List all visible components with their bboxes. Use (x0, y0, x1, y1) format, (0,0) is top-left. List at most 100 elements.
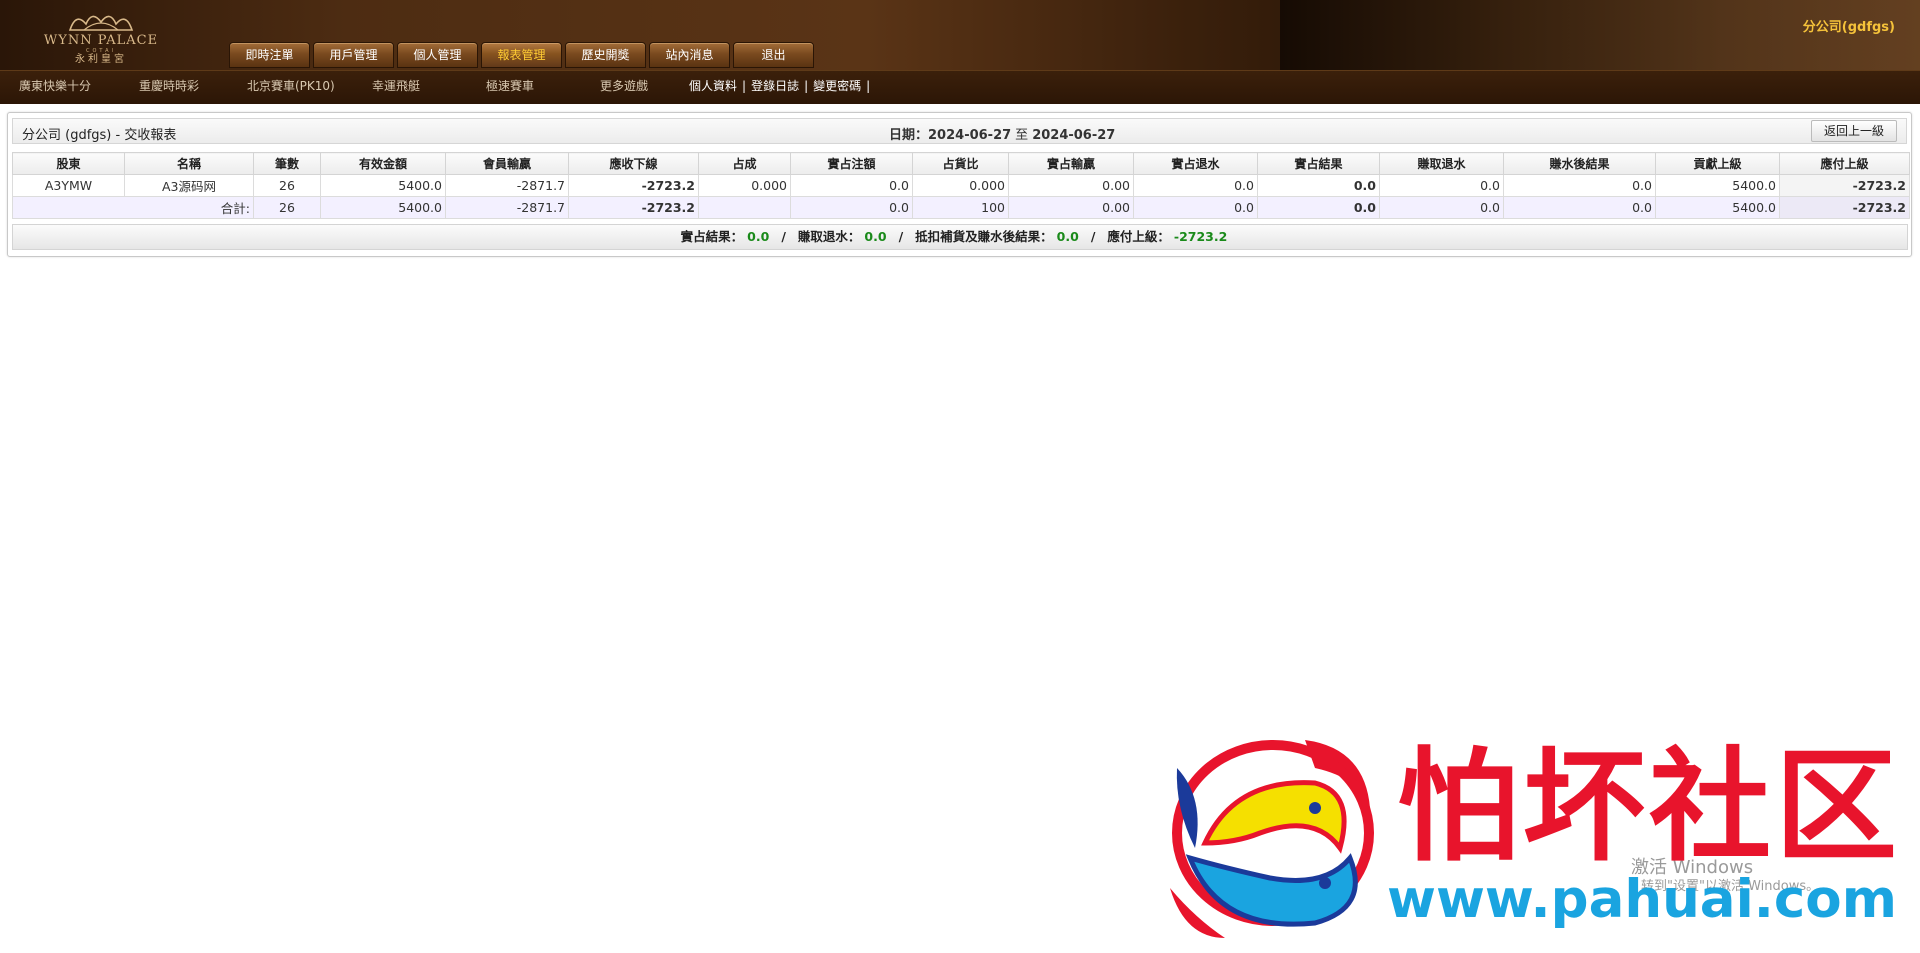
date-separator: 至 (1015, 128, 1029, 143)
total-label: 合計: (12, 196, 254, 219)
summary-value: 0.0 (1056, 229, 1079, 244)
col-header: 會員輸贏 (445, 152, 569, 175)
summary-label: 應付上級： (1107, 229, 1170, 244)
game-link-gd-happy10[interactable]: 廣東快樂十分 (19, 77, 91, 94)
cell-contribute: 5400.0 (1655, 174, 1780, 197)
fish-logo-icon (1170, 740, 1374, 938)
total-real-rebate: 0.0 (1133, 196, 1258, 219)
col-header: 股東 (12, 152, 125, 175)
cell-real-result: 0.0 (1257, 174, 1380, 197)
date-from: 2024-06-27 (928, 128, 1012, 143)
table-row: A3YMW A3源码网 26 5400.0 -2871.7 -2723.2 0.… (12, 174, 1910, 197)
game-link-cq-ssc[interactable]: 重慶時時彩 (139, 77, 199, 94)
col-header: 占成 (698, 152, 791, 175)
summary-label: 抵扣補貨及賺水後結果： (915, 229, 1053, 244)
watermark-chinese-text: 怕坏社区 (1397, 734, 1901, 878)
col-header: 占貨比 (912, 152, 1009, 175)
company-account-label: 分公司(gdfgs) (1802, 20, 1895, 35)
nav-site-messages[interactable]: 站內消息 (649, 42, 730, 68)
report-date-range: 日期：2024-06-27 至 2024-06-27 (889, 124, 1115, 143)
summary-value: 0.0 (747, 229, 770, 244)
nav-user-management[interactable]: 用戶管理 (313, 42, 394, 68)
cell-name: A3源码网 (124, 174, 254, 197)
col-header: 有效金額 (320, 152, 446, 175)
total-real-win: 0.00 (1008, 196, 1134, 219)
total-after-rebate: 0.0 (1503, 196, 1656, 219)
summary-label: 實占結果： (680, 229, 744, 244)
cell-earned-rebate: 0.0 (1379, 174, 1504, 197)
total-real-result: 0.0 (1257, 196, 1380, 219)
top-header: WYNN PALACE COTAI 永利皇宮 即時注單 用戶管理 個人管理 報表… (0, 0, 1920, 104)
summary-value: -2723.2 (1173, 229, 1228, 244)
report-title: 分公司 (gdfgs) - 交收報表 (22, 128, 177, 143)
cell-real-rebate: 0.0 (1133, 174, 1258, 197)
link-separator: | (742, 79, 747, 93)
cell-payable: -2723.2 (1779, 174, 1910, 197)
game-link-speed-racing[interactable]: 極速賽車 (486, 77, 534, 94)
total-member-win: -2871.7 (445, 196, 569, 219)
col-header: 貢獻上級 (1655, 152, 1780, 175)
logo-text-en: WYNN PALACE (43, 33, 159, 48)
cell-shareholder-link[interactable]: A3YMW (12, 174, 125, 197)
link-login-log[interactable]: 登錄日誌 (751, 79, 799, 93)
col-header: 實占結果 (1257, 152, 1380, 175)
nav-draw-history[interactable]: 歷史開獎 (565, 42, 646, 68)
report-table: 股東 名稱 筆數 有效金額 會員輸贏 應收下線 占成 實占注額 占貨比 實占輸贏… (12, 152, 1910, 219)
report-summary-bar: 實占結果： 0.0/賺取退水： 0.0/抵扣補貨及賺水後結果： 0.0/應付上級： -2… (12, 224, 1908, 250)
date-to: 2024-06-27 (1032, 128, 1116, 143)
cell-count: 26 (253, 174, 321, 197)
cell-share-pct: 0.000 (698, 174, 791, 197)
col-header: 賺水後結果 (1503, 152, 1656, 175)
link-change-password[interactable]: 變更密碼 (813, 79, 861, 93)
table-header-row: 股東 名稱 筆數 有效金額 會員輸贏 應收下線 占成 實占注額 占貨比 實占輸贏… (12, 152, 1910, 175)
col-header: 實占注額 (790, 152, 913, 175)
total-payable: -2723.2 (1779, 196, 1910, 219)
cell-member-win: -2871.7 (445, 174, 569, 197)
nav-report-management[interactable]: 報表管理 (481, 42, 562, 68)
total-earned-rebate: 0.0 (1379, 196, 1504, 219)
cell-receivable: -2723.2 (568, 174, 699, 197)
nav-logout[interactable]: 退出 (733, 42, 814, 68)
total-share-pct (698, 196, 791, 219)
total-count: 26 (253, 196, 321, 219)
watermark-url-text: www.pahuai.com (1387, 869, 1897, 930)
sub-nav: 廣東快樂十分 重慶時時彩 北京賽車(PK10) 幸運飛艇 極速賽車 更多遊戲 個… (0, 77, 1920, 95)
summary-value: 0.0 (864, 229, 887, 244)
game-link-more-games[interactable]: 更多遊戲 (600, 77, 648, 94)
cell-ratio: 0.000 (912, 174, 1009, 197)
site-watermark: 怕坏社区 www.pahuai.com (1165, 738, 1920, 953)
back-to-parent-button[interactable]: 返回上一級 (1811, 120, 1897, 142)
settlement-report-panel: 分公司 (gdfgs) - 交收報表 日期：2024-06-27 至 2024-06… (7, 112, 1912, 257)
total-ratio: 100 (912, 196, 1009, 219)
cell-after-rebate: 0.0 (1503, 174, 1656, 197)
wynn-palace-logo[interactable]: WYNN PALACE COTAI 永利皇宮 (36, 10, 166, 68)
nav-personal-management[interactable]: 個人管理 (397, 42, 478, 68)
cell-valid-amount: 5400.0 (320, 174, 446, 197)
report-header-bar: 分公司 (gdfgs) - 交收報表 日期：2024-06-27 至 2024-06… (12, 118, 1907, 144)
game-link-bj-pk10[interactable]: 北京賽車(PK10) (247, 77, 335, 94)
total-valid-amount: 5400.0 (320, 196, 446, 219)
summary-separator: / (898, 229, 904, 244)
game-link-lucky-airship[interactable]: 幸運飛艇 (372, 77, 420, 94)
cell-real-win: 0.00 (1008, 174, 1134, 197)
header-banner-image (1280, 0, 1920, 70)
summary-label: 賺取退水： (797, 229, 861, 244)
nav-live-bets[interactable]: 即時注單 (229, 42, 310, 68)
date-label: 日期： (889, 128, 929, 143)
total-contribute: 5400.0 (1655, 196, 1780, 219)
col-header: 應收下線 (568, 152, 699, 175)
crown-icon (68, 15, 134, 31)
link-separator: | (866, 79, 871, 93)
total-receivable: -2723.2 (568, 196, 699, 219)
link-profile[interactable]: 個人資料 (689, 79, 737, 93)
col-header: 實占退水 (1133, 152, 1258, 175)
user-links: 個人資料 | 登錄日誌 | 變更密碼 | (689, 77, 875, 94)
summary-separator: / (781, 229, 786, 244)
main-nav: 即時注單 用戶管理 個人管理 報表管理 歷史開獎 站內消息 退出 (229, 42, 817, 68)
link-separator: | (804, 79, 809, 93)
total-real-bet: 0.0 (790, 196, 913, 219)
col-header: 筆數 (253, 152, 321, 175)
col-header: 賺取退水 (1379, 152, 1504, 175)
col-header: 名稱 (124, 152, 254, 175)
cell-real-bet: 0.0 (790, 174, 913, 197)
